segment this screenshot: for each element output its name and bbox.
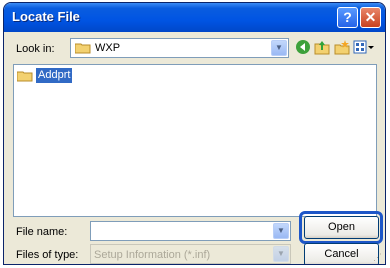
folder-icon bbox=[17, 71, 33, 82]
window-title: Locate File bbox=[12, 9, 80, 24]
chevron-down-icon[interactable]: ▼ bbox=[271, 40, 287, 56]
file-list[interactable]: Addprt bbox=[13, 64, 377, 217]
open-button[interactable]: Open bbox=[304, 216, 379, 239]
files-of-type-value: Setup Information (*.inf) bbox=[94, 249, 211, 261]
look-in-dropdown[interactable]: WXP ▼ bbox=[70, 38, 289, 58]
view-menu-icon[interactable] bbox=[352, 39, 376, 57]
chevron-down-icon[interactable]: ▼ bbox=[273, 223, 289, 239]
cancel-button[interactable]: Cancel bbox=[304, 243, 379, 264]
help-button[interactable]: ? bbox=[337, 7, 358, 28]
files-of-type-label: Files of type: bbox=[16, 249, 79, 261]
chevron-down-icon[interactable]: ▼ bbox=[273, 246, 289, 262]
look-in-value: WXP bbox=[95, 42, 121, 54]
resize-grip-icon[interactable]: ⋰ bbox=[373, 252, 383, 262]
look-in-label: Look in: bbox=[16, 43, 55, 55]
back-icon[interactable] bbox=[294, 39, 312, 57]
folder-icon bbox=[75, 43, 91, 54]
up-folder-icon[interactable] bbox=[313, 39, 331, 57]
locate-file-dialog: Locate File ? ✕ Look in: WXP ▼ Addprt Fi… bbox=[3, 2, 386, 265]
close-button[interactable]: ✕ bbox=[360, 7, 381, 28]
file-name-label: Addprt bbox=[36, 68, 73, 83]
file-name-input[interactable]: ▼ bbox=[90, 221, 291, 241]
file-name-label: File name: bbox=[16, 226, 68, 238]
new-folder-icon[interactable] bbox=[333, 39, 351, 57]
files-of-type-dropdown[interactable]: Setup Information (*.inf) ▼ bbox=[90, 244, 291, 264]
title-bar[interactable]: Locate File ? ✕ bbox=[4, 3, 385, 32]
